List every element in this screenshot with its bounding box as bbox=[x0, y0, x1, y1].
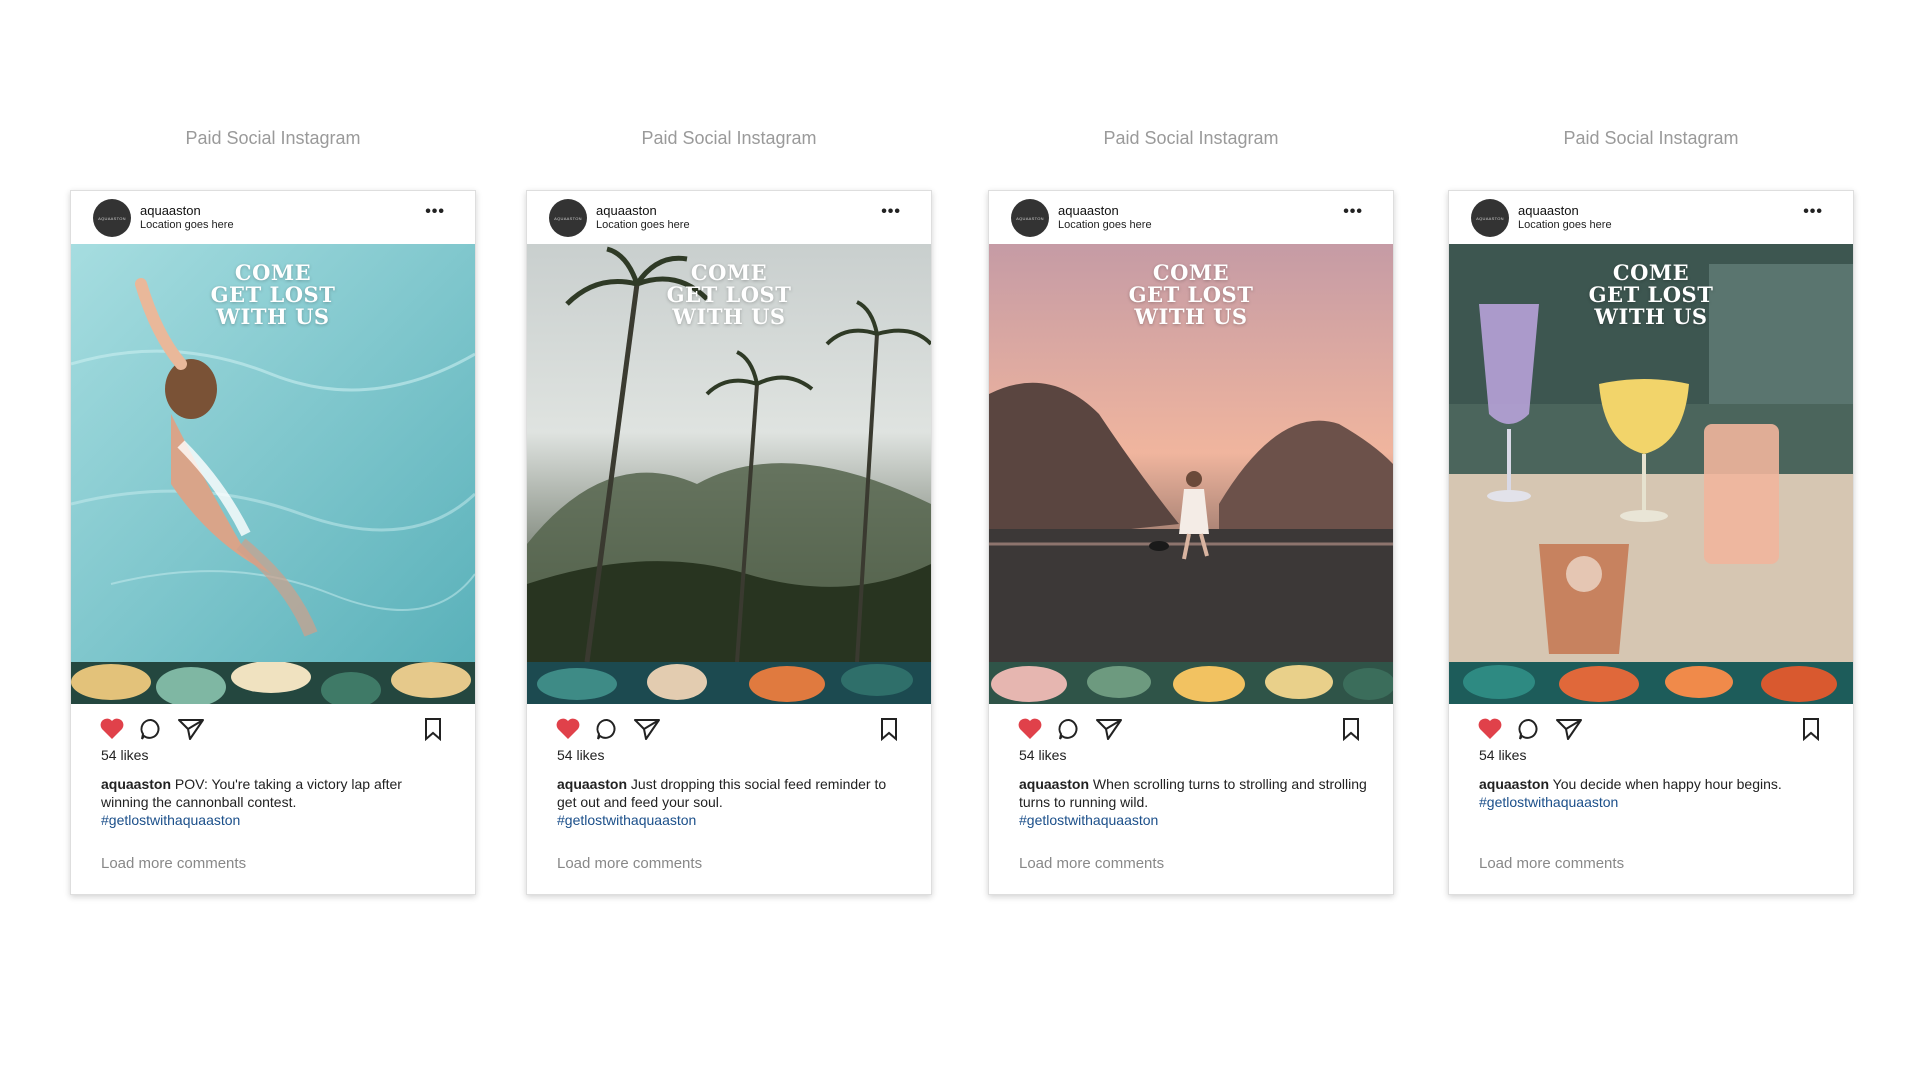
headline-line-3: WITH US bbox=[1594, 304, 1708, 329]
section-title: Paid Social Instagram bbox=[1103, 128, 1279, 148]
headline: COME GET LOST WITH US bbox=[527, 262, 931, 328]
comment-icon[interactable] bbox=[139, 717, 163, 741]
comment-icon[interactable] bbox=[1057, 717, 1081, 741]
section-title: Paid Social Instagram bbox=[185, 128, 361, 148]
headline-line-1: COME bbox=[690, 260, 768, 285]
post-header: AQUAASTON aquaaston Location goes here •… bbox=[1449, 191, 1853, 244]
location[interactable]: Location goes here bbox=[1058, 219, 1152, 231]
post-header: AQUAASTON aquaaston Location goes here •… bbox=[71, 191, 475, 244]
send-icon[interactable] bbox=[1095, 717, 1123, 741]
post-image-swimmer: COME GET LOST WITH US bbox=[71, 244, 475, 662]
hashtag-link[interactable]: #getlostwithaquaaston bbox=[101, 811, 451, 829]
bookmark-icon[interactable] bbox=[1801, 717, 1821, 741]
headline-line-2: GET LOST bbox=[1588, 282, 1714, 307]
headline-line-3: WITH US bbox=[672, 304, 786, 329]
caption-username[interactable]: aquaaston bbox=[1019, 776, 1089, 792]
avatar-logo-text: AQUAASTON bbox=[1476, 215, 1504, 221]
caption-text: You decide when happy hour begins. bbox=[1552, 776, 1782, 792]
more-options-icon[interactable]: ••• bbox=[1343, 203, 1363, 221]
avatar-logo-text: AQUAASTON bbox=[98, 215, 126, 221]
headline: COME GET LOST WITH US bbox=[1449, 262, 1853, 328]
likes-count[interactable]: 54 likes bbox=[1019, 747, 1066, 763]
tropical-pattern-band bbox=[1449, 662, 1853, 704]
caption: aquaaston You decide when happy hour beg… bbox=[1479, 775, 1829, 811]
hashtag-link[interactable]: #getlostwithaquaaston bbox=[1479, 793, 1829, 811]
avatar[interactable]: AQUAASTON bbox=[93, 199, 131, 237]
caption: aquaaston POV: You're taking a victory l… bbox=[101, 775, 451, 829]
send-icon[interactable] bbox=[1555, 717, 1583, 741]
post-actions bbox=[71, 711, 475, 747]
heart-icon[interactable] bbox=[555, 717, 581, 741]
headline-line-2: GET LOST bbox=[666, 282, 792, 307]
headline: COME GET LOST WITH US bbox=[71, 262, 475, 328]
post-image-cocktails: COME GET LOST WITH US bbox=[1449, 244, 1853, 662]
post-header: AQUAASTON aquaaston Location goes here •… bbox=[989, 191, 1393, 244]
caption-username[interactable]: aquaaston bbox=[557, 776, 627, 792]
headline: COME GET LOST WITH US bbox=[989, 262, 1393, 328]
heart-icon[interactable] bbox=[1477, 717, 1503, 741]
avatar[interactable]: AQUAASTON bbox=[1011, 199, 1049, 237]
headline-line-3: WITH US bbox=[1134, 304, 1248, 329]
caption-username[interactable]: aquaaston bbox=[101, 776, 171, 792]
load-more-comments-link[interactable]: Load more comments bbox=[1019, 855, 1164, 872]
post-actions bbox=[989, 711, 1393, 747]
comment-icon[interactable] bbox=[1517, 717, 1541, 741]
tropical-pattern-band bbox=[71, 662, 475, 704]
location[interactable]: Location goes here bbox=[596, 219, 690, 231]
username[interactable]: aquaaston bbox=[596, 203, 657, 218]
avatar-logo-text: AQUAASTON bbox=[1016, 215, 1044, 221]
headline-line-1: COME bbox=[234, 260, 312, 285]
post-actions bbox=[1449, 711, 1853, 747]
send-icon[interactable] bbox=[177, 717, 205, 741]
caption-username[interactable]: aquaaston bbox=[1479, 776, 1549, 792]
likes-count[interactable]: 54 likes bbox=[101, 747, 148, 763]
load-more-comments-link[interactable]: Load more comments bbox=[557, 855, 702, 872]
post-image-beach: COME GET LOST WITH US bbox=[989, 244, 1393, 662]
headline-line-2: GET LOST bbox=[210, 282, 336, 307]
hashtag-link[interactable]: #getlostwithaquaaston bbox=[557, 811, 907, 829]
load-more-comments-link[interactable]: Load more comments bbox=[101, 855, 246, 872]
headline-line-1: COME bbox=[1612, 260, 1690, 285]
tropical-pattern-band bbox=[989, 662, 1393, 704]
avatar[interactable]: AQUAASTON bbox=[549, 199, 587, 237]
instagram-post-card: AQUAASTON aquaaston Location goes here •… bbox=[70, 190, 476, 895]
location[interactable]: Location goes here bbox=[140, 219, 234, 231]
username[interactable]: aquaaston bbox=[1518, 203, 1579, 218]
headline-line-1: COME bbox=[1152, 260, 1230, 285]
post-actions bbox=[527, 711, 931, 747]
send-icon[interactable] bbox=[633, 717, 661, 741]
headline-line-3: WITH US bbox=[216, 304, 330, 329]
comment-icon[interactable] bbox=[595, 717, 619, 741]
heart-icon[interactable] bbox=[1017, 717, 1043, 741]
location[interactable]: Location goes here bbox=[1518, 219, 1612, 231]
post-header: AQUAASTON aquaaston Location goes here •… bbox=[527, 191, 931, 244]
section-title: Paid Social Instagram bbox=[641, 128, 817, 148]
avatar[interactable]: AQUAASTON bbox=[1471, 199, 1509, 237]
instagram-post-card: AQUAASTON aquaaston Location goes here •… bbox=[1448, 190, 1854, 895]
tropical-pattern-band bbox=[527, 662, 931, 704]
likes-count[interactable]: 54 likes bbox=[557, 747, 604, 763]
more-options-icon[interactable]: ••• bbox=[1803, 203, 1823, 221]
more-options-icon[interactable]: ••• bbox=[425, 203, 445, 221]
instagram-post-card: AQUAASTON aquaaston Location goes here •… bbox=[526, 190, 932, 895]
username[interactable]: aquaaston bbox=[140, 203, 201, 218]
more-options-icon[interactable]: ••• bbox=[881, 203, 901, 221]
instagram-post-card: AQUAASTON aquaaston Location goes here •… bbox=[988, 190, 1394, 895]
bookmark-icon[interactable] bbox=[423, 717, 443, 741]
hashtag-link[interactable]: #getlostwithaquaaston bbox=[1019, 811, 1369, 829]
load-more-comments-link[interactable]: Load more comments bbox=[1479, 855, 1624, 872]
likes-count[interactable]: 54 likes bbox=[1479, 747, 1526, 763]
caption: aquaaston Just dropping this social feed… bbox=[557, 775, 907, 829]
heart-icon[interactable] bbox=[99, 717, 125, 741]
headline-line-2: GET LOST bbox=[1128, 282, 1254, 307]
section-title: Paid Social Instagram bbox=[1563, 128, 1739, 148]
bookmark-icon[interactable] bbox=[1341, 717, 1361, 741]
caption: aquaaston When scrolling turns to stroll… bbox=[1019, 775, 1369, 829]
username[interactable]: aquaaston bbox=[1058, 203, 1119, 218]
avatar-logo-text: AQUAASTON bbox=[554, 215, 582, 221]
post-image-palms: COME GET LOST WITH US bbox=[527, 244, 931, 662]
bookmark-icon[interactable] bbox=[879, 717, 899, 741]
